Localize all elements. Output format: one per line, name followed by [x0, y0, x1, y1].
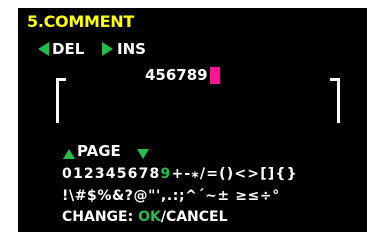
del-label[interactable]: DEL — [52, 40, 84, 58]
comment-screen: 5.COMMENT DEL INS 456789 PAGE 0123456789… — [18, 8, 367, 232]
charset-row-1-start: 012345678 — [62, 166, 161, 182]
left-bracket — [56, 78, 66, 123]
comment-text: 456789 — [145, 66, 208, 84]
menu-title: 5.COMMENT — [27, 12, 134, 31]
page-label[interactable]: PAGE — [77, 142, 121, 160]
left-arrow-icon[interactable] — [38, 42, 49, 56]
ok-option[interactable]: OK — [138, 209, 161, 225]
text-cursor — [209, 66, 220, 84]
up-arrow-icon[interactable] — [63, 149, 75, 159]
charset-row-1-end: +-⁎/=()<>[]{} — [171, 166, 298, 182]
ins-label[interactable]: INS — [117, 40, 146, 58]
right-arrow-icon[interactable] — [102, 42, 113, 56]
selected-character[interactable]: 9 — [160, 166, 171, 182]
footer: CHANGE: OK/CANCEL — [62, 209, 228, 225]
charset-row-2[interactable]: !\#$%&?@"',.:;^´∼± ≥≤÷° — [62, 188, 280, 204]
right-bracket — [330, 78, 340, 123]
charset-row-1[interactable]: 0123456789+-⁎/=()<>[]{} — [62, 166, 298, 182]
down-arrow-icon[interactable] — [137, 149, 149, 159]
change-label: CHANGE: — [62, 209, 139, 225]
comment-text-field[interactable]: 456789 — [145, 66, 220, 84]
cancel-option[interactable]: /CANCEL — [161, 209, 228, 225]
